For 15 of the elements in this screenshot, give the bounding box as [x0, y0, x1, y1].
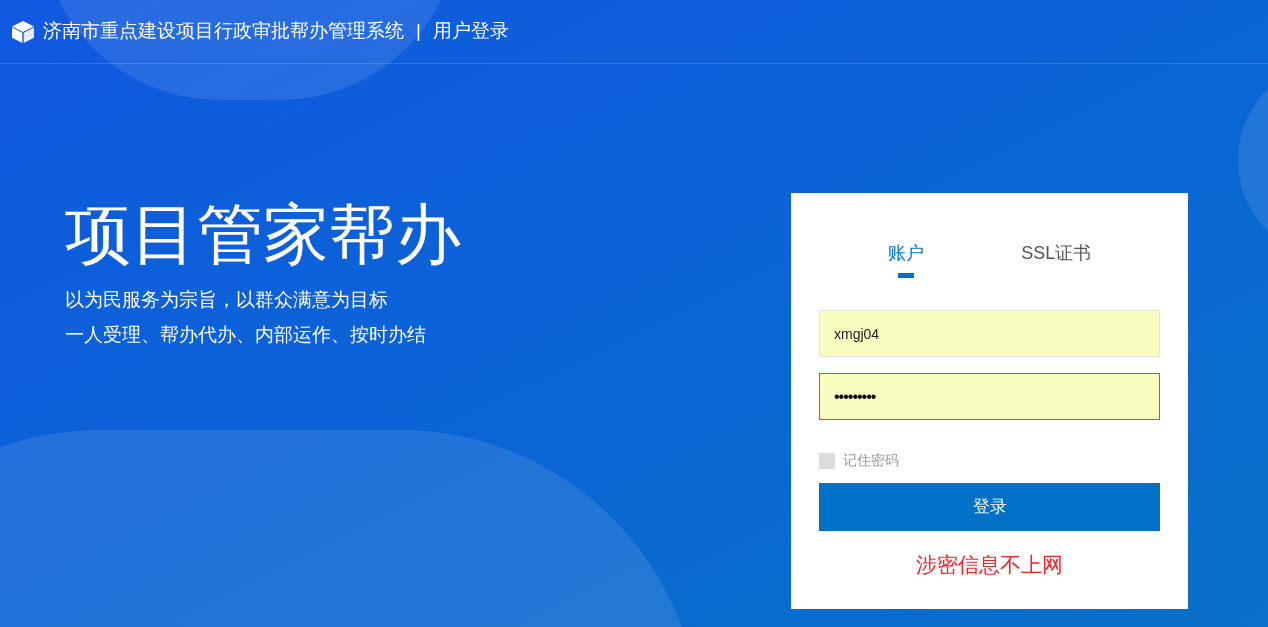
slogan-line: 一人受理、帮办代办、内部运作、按时办结 — [65, 322, 427, 347]
separator: | — [416, 19, 421, 44]
cube-icon — [11, 19, 35, 44]
security-notice: 涉密信息不上网 — [915, 552, 1064, 578]
slogan-line: 以为民服务为宗旨，以群众满意为目标 — [65, 288, 389, 312]
username-field[interactable]: xmgj04 — [819, 310, 1160, 357]
system-name: 济南市重点建设项目行政审批帮办管理系统 — [43, 19, 404, 44]
login-tab[interactable]: SSL证书 — [1021, 241, 1092, 278]
page-title: 用户登录 — [432, 19, 509, 44]
login-button[interactable]: 登录 — [819, 483, 1160, 531]
hero-title: 项目管家帮办 — [65, 196, 462, 273]
password-field[interactable]: ••••••••• — [819, 373, 1160, 420]
remember-password-label: 记住密码 — [843, 451, 899, 470]
checkbox[interactable] — [819, 452, 835, 469]
login-tab[interactable]: 账户 — [887, 241, 924, 278]
